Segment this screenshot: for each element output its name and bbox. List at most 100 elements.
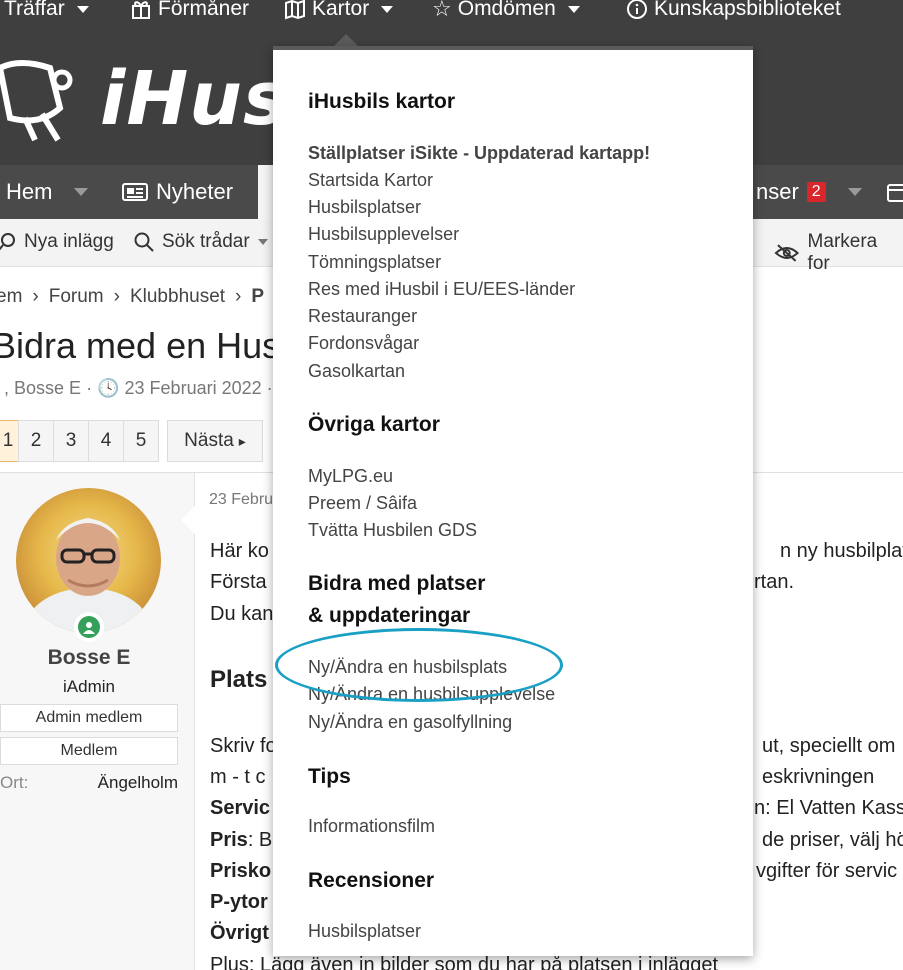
post-text-line: rtan. bbox=[754, 571, 795, 593]
menu-item[interactable]: Ställplatser iSikte - Uppdaterad kartapp… bbox=[308, 143, 650, 164]
menu-item[interactable]: Husbilsplatser bbox=[308, 197, 421, 218]
next-page-button[interactable]: Nästa ▸ bbox=[167, 420, 263, 462]
menu-item[interactable]: Startsida Kartor bbox=[308, 170, 433, 191]
post-text-line: Första bbox=[210, 571, 267, 593]
menu-item[interactable]: Res med iHusbil i EU/EES-länder bbox=[308, 279, 575, 300]
post-text-line: P-ytor bbox=[210, 891, 268, 913]
menu-item[interactable]: Informationsfilm bbox=[308, 816, 435, 837]
thread-date[interactable]: 23 Februari 2022 bbox=[125, 378, 262, 398]
menu-item[interactable]: Tvätta Husbilen GDS bbox=[308, 520, 477, 541]
topnav-item-kunskap[interactable]: Kunskapsbiblioteket bbox=[626, 0, 841, 21]
breadcrumb-item[interactable]: em bbox=[0, 286, 22, 308]
reviews-count-badge: 2 bbox=[806, 182, 826, 202]
username[interactable]: Bosse E bbox=[0, 646, 178, 670]
menu-heading: Recensioner bbox=[308, 869, 435, 892]
thread-meta: , Bosse E · 🕓 23 Februari 2022 · bbox=[4, 378, 273, 399]
page-link[interactable]: 1 bbox=[0, 420, 19, 462]
thread-author[interactable]: Bosse E bbox=[14, 378, 81, 398]
topnav-label: Förmåner bbox=[158, 0, 250, 20]
post-text-line: Skriv fo bbox=[210, 735, 277, 757]
nav-news[interactable]: Nyheter bbox=[122, 165, 233, 219]
menu-heading: Övriga kartor bbox=[308, 413, 440, 436]
menu-item[interactable]: MyLPG.eu bbox=[308, 466, 393, 487]
subnav-mark-read[interactable]: Markera for bbox=[774, 231, 903, 275]
nav-reviews[interactable]: nser 2 bbox=[756, 165, 862, 219]
search-icon bbox=[0, 233, 15, 251]
menu-item[interactable]: Husbilsupplevelser bbox=[308, 224, 459, 245]
chevron-down-icon bbox=[76, 5, 89, 13]
chevron-down-icon bbox=[74, 188, 89, 196]
menu-item[interactable]: Preem / Sâifa bbox=[308, 493, 417, 514]
chevron-right-icon: ▸ bbox=[238, 432, 246, 449]
chevron-right-icon: › bbox=[235, 286, 242, 307]
page-link[interactable]: 3 bbox=[53, 420, 89, 462]
menu-heading: Bidra med platser bbox=[308, 572, 486, 595]
page-link[interactable]: 5 bbox=[123, 420, 159, 462]
chevron-down-icon bbox=[257, 239, 268, 245]
next-label: Nästa bbox=[184, 430, 234, 451]
motorhome-logo-icon[interactable] bbox=[0, 48, 90, 148]
post-text-line: de priser, välj hö bbox=[762, 829, 903, 851]
subnav-search-threads[interactable]: Sök trådar bbox=[134, 231, 268, 253]
menu-item[interactable]: Fordonsvågar bbox=[308, 333, 419, 354]
topnav-label: Träffar bbox=[4, 0, 65, 20]
breadcrumb-item[interactable]: P bbox=[251, 286, 264, 308]
topnav-item-formaner[interactable]: Förmåner bbox=[130, 0, 249, 21]
post-text-line: Du kan bbox=[210, 603, 274, 625]
highlight-annotation-ring bbox=[275, 628, 563, 702]
kartor-dropdown-menu: iHusbils kartor Ställplatser iSikte - Up… bbox=[273, 46, 753, 956]
page-link[interactable]: 2 bbox=[18, 420, 54, 462]
topnav-label: Kunskapsbiblioteket bbox=[654, 0, 841, 20]
breadcrumb-item[interactable]: Klubbhuset bbox=[130, 286, 225, 308]
post-text-line: Här ko bbox=[210, 540, 269, 562]
subnav-new-posts[interactable]: Nya inlägg bbox=[0, 231, 114, 253]
post-date[interactable]: 23 Febru bbox=[209, 491, 273, 509]
newspaper-icon bbox=[122, 183, 148, 201]
gift-icon bbox=[132, 1, 150, 19]
nav-calendar[interactable] bbox=[886, 165, 903, 219]
user-title: iAdmin bbox=[63, 677, 115, 696]
breadcrumb-item[interactable]: Forum bbox=[49, 286, 104, 308]
post-text-line: n: El Vatten Kass bbox=[754, 797, 903, 819]
subnav-label: Sök trådar bbox=[162, 231, 250, 252]
user-badge: Medlem bbox=[0, 737, 178, 765]
clock-icon: 🕓 bbox=[97, 378, 120, 398]
page-title: Bidra med en Husb bbox=[0, 325, 301, 366]
nav-label: Nyheter bbox=[156, 179, 234, 204]
menu-heading: iHusbils kartor bbox=[308, 90, 456, 113]
post-text-line: Prisko bbox=[210, 860, 272, 882]
topnav-label: Omdömen bbox=[457, 0, 556, 20]
topnav-item-traffar[interactable]: Träffar bbox=[4, 0, 89, 21]
menu-item[interactable]: Restauranger bbox=[308, 306, 417, 327]
subnav-label: Markera for bbox=[807, 231, 878, 274]
menu-item[interactable]: Husbilsplatser bbox=[308, 921, 421, 942]
menu-heading: Tips bbox=[308, 765, 351, 788]
online-status-icon bbox=[74, 612, 104, 642]
post-text-line: n ny husbilplats bbox=[780, 540, 903, 562]
info-icon bbox=[627, 0, 647, 19]
topnav-item-omdomen[interactable]: ☆ Omdömen bbox=[432, 0, 580, 22]
menu-item[interactable]: Gasolkartan bbox=[308, 361, 405, 382]
location-label: Ort: bbox=[0, 773, 29, 792]
post-text-line: eskrivningen bbox=[762, 766, 875, 788]
post-text: : B bbox=[247, 829, 273, 851]
user-location: Ort: Ängelholm bbox=[0, 773, 178, 793]
menu-item[interactable]: Ny/Ändra en gasolfyllning bbox=[308, 712, 512, 733]
subnav-label: Nya inlägg bbox=[24, 231, 114, 252]
chevron-right-icon: › bbox=[113, 286, 120, 307]
nav-home[interactable]: Hem bbox=[6, 165, 89, 219]
chevron-down-icon bbox=[847, 188, 862, 196]
nav-label: nser bbox=[756, 179, 799, 204]
post-text-line: Övrigt bbox=[210, 922, 269, 944]
page-link[interactable]: 4 bbox=[88, 420, 124, 462]
user-badge: Admin medlem bbox=[0, 704, 178, 732]
breadcrumb: em › Forum › Klubbhuset › P bbox=[0, 286, 264, 308]
menu-item[interactable]: Tömningsplatser bbox=[308, 252, 441, 273]
topnav-label: Kartor bbox=[312, 0, 370, 20]
topnav-item-kartor[interactable]: Kartor bbox=[284, 0, 394, 21]
post-text-line: Pris: B bbox=[210, 829, 272, 852]
dot-separator: · bbox=[86, 378, 98, 398]
post-bold: Pris bbox=[210, 829, 248, 851]
menu-pointer bbox=[334, 34, 358, 46]
chevron-right-icon: › bbox=[32, 286, 39, 307]
